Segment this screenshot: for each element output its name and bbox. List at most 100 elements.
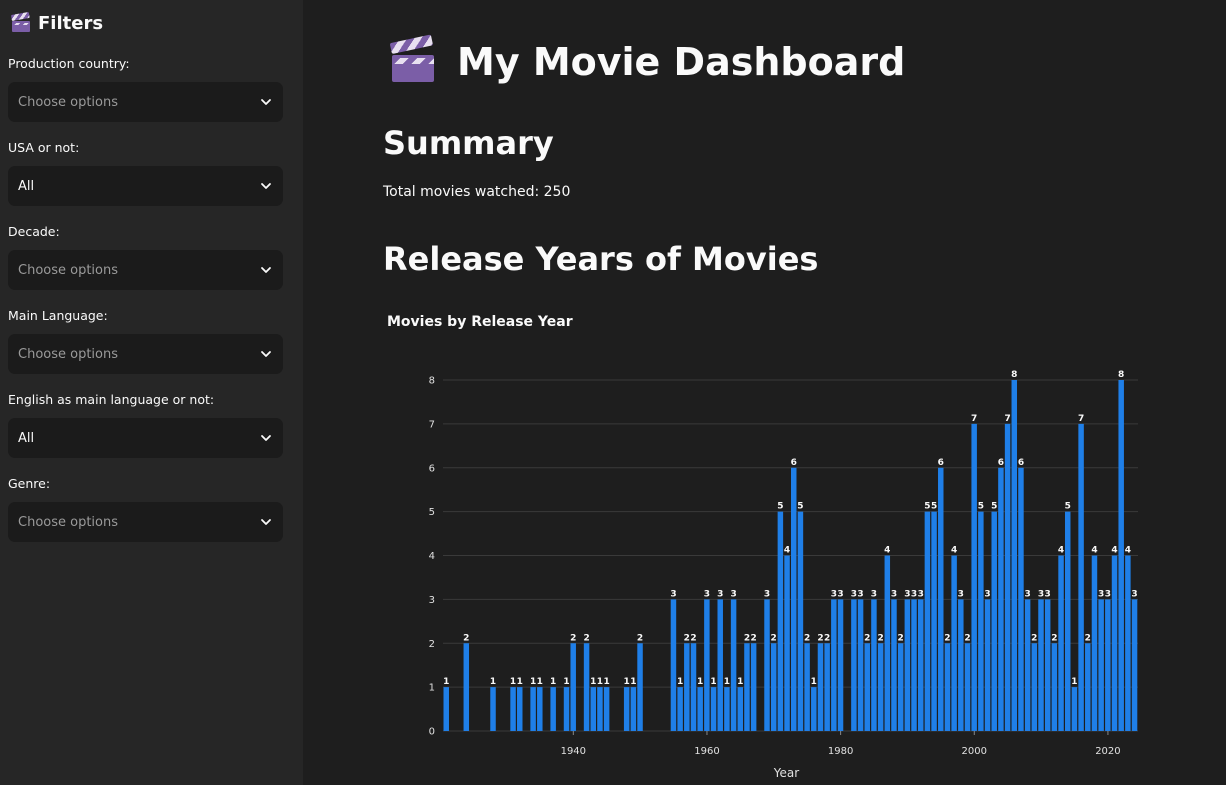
bar <box>924 511 931 731</box>
summary-heading: Summary <box>383 124 554 162</box>
bar-data-label: 1 <box>603 677 609 687</box>
bar-data-label: 5 <box>797 502 803 512</box>
bar-data-label: 3 <box>904 589 910 599</box>
bar-data-label: 4 <box>1091 546 1097 556</box>
bar <box>603 687 610 731</box>
bar <box>958 599 964 731</box>
main-content: My Movie Dashboard Summary Total movies … <box>303 0 1226 785</box>
bar <box>1044 599 1051 731</box>
bar-data-label: 2 <box>864 633 870 643</box>
x-tick-label: 1940 <box>561 746 586 757</box>
x-tick-label: 1960 <box>694 746 719 757</box>
bar <box>1111 555 1118 731</box>
bar <box>824 643 830 731</box>
filter-select-value: All <box>18 178 35 194</box>
bar-data-label: 8 <box>1011 370 1017 380</box>
bar-data-label: 1 <box>597 677 603 687</box>
chart-title: Movies by Release Year <box>387 314 573 330</box>
bar <box>904 599 911 731</box>
bar <box>864 643 870 731</box>
bar-data-label: 2 <box>898 633 904 643</box>
bar <box>931 511 937 731</box>
bar-data-label: 2 <box>463 633 469 643</box>
bar-data-label: 1 <box>537 677 543 687</box>
x-axis-label: Year <box>773 766 799 780</box>
bar-data-label: 5 <box>924 502 930 512</box>
bar <box>710 687 717 731</box>
bar-data-label: 1 <box>590 677 596 687</box>
bar <box>897 643 904 731</box>
bar-data-label: 6 <box>1018 458 1024 468</box>
bar-data-label: 5 <box>931 502 937 512</box>
bar-data-label: 2 <box>1051 633 1057 643</box>
y-tick-label: 0 <box>429 727 435 738</box>
release-year-bar-chart: 012345678121 1 1 1 1 1 12 21 1 1 1 12312 213131312 23… <box>429 370 1138 780</box>
bar-data-label: 3 <box>1038 589 1044 599</box>
filter-select[interactable]: All <box>8 418 283 458</box>
y-tick-label: 4 <box>429 551 435 562</box>
bar-data-label: 1 <box>724 677 730 687</box>
filter-label: English as main language or not: <box>8 392 215 407</box>
bar <box>583 643 590 731</box>
filter-select[interactable]: Choose options <box>8 502 283 542</box>
bar <box>917 599 924 731</box>
sidebar-title-text: Filters <box>38 13 104 34</box>
filter-select[interactable]: Choose options <box>8 82 283 122</box>
filter-group: USA or not: All <box>8 140 283 206</box>
bar-data-label: 6 <box>938 458 944 468</box>
bar <box>984 599 991 731</box>
bar-data-label: 3 <box>764 589 770 599</box>
bar-data-label: 3 <box>831 589 837 599</box>
bar <box>1131 599 1138 731</box>
page-title-text: My Movie Dashboard <box>457 40 906 84</box>
filter-select-value: Choose options <box>18 514 119 530</box>
bar-data-label: 7 <box>1004 414 1010 424</box>
filter-label: Genre: <box>8 476 51 491</box>
chevron-down-icon <box>261 183 271 189</box>
bar <box>978 511 984 731</box>
bar <box>1085 643 1091 731</box>
filter-select[interactable]: Choose options <box>8 334 283 374</box>
filter-label: Main Language: <box>8 308 108 323</box>
filter-select-value: Choose options <box>18 94 119 110</box>
bar-data-label: 1 <box>811 677 817 687</box>
bar <box>530 687 536 731</box>
bar-data-label: 5 <box>991 502 997 512</box>
bar <box>784 555 790 731</box>
bar <box>1118 380 1124 731</box>
chart-heading: Release Years of Movies <box>383 240 819 278</box>
bar <box>1071 687 1078 731</box>
bar-data-label: 2 <box>1031 633 1037 643</box>
bar <box>750 643 757 731</box>
bar <box>998 467 1004 731</box>
bar-data-label: 3 <box>1105 589 1111 599</box>
bar <box>891 599 897 731</box>
bar <box>690 643 697 731</box>
bar <box>911 599 917 731</box>
bar <box>697 687 703 731</box>
bar <box>1011 380 1018 731</box>
chevron-down-icon <box>261 435 271 441</box>
chevron-down-icon <box>261 519 271 525</box>
filter-label: USA or not: <box>8 140 80 155</box>
bar <box>623 687 630 731</box>
y-tick-label: 1 <box>429 683 435 694</box>
bar <box>991 511 997 731</box>
bar <box>1064 511 1071 731</box>
bar <box>1031 643 1038 731</box>
y-tick-label: 7 <box>429 419 435 430</box>
filter-select[interactable]: Choose options <box>8 250 283 290</box>
bar <box>971 423 977 731</box>
bar-data-label: 2 <box>964 633 970 643</box>
bar-data-label: 3 <box>670 589 676 599</box>
chevron-down-icon <box>261 99 271 105</box>
bar <box>797 511 804 731</box>
bar-data-label: 2 <box>744 633 750 643</box>
bar-data-label: 3 <box>891 589 897 599</box>
bar <box>717 599 723 731</box>
x-tick-label: 2020 <box>1095 746 1120 757</box>
filter-select[interactable]: All <box>8 166 283 206</box>
bar-data-label: 1 <box>1071 677 1077 687</box>
bar-data-label: 2 <box>771 633 777 643</box>
sidebar: Filters Production country: Choose option… <box>0 0 303 785</box>
